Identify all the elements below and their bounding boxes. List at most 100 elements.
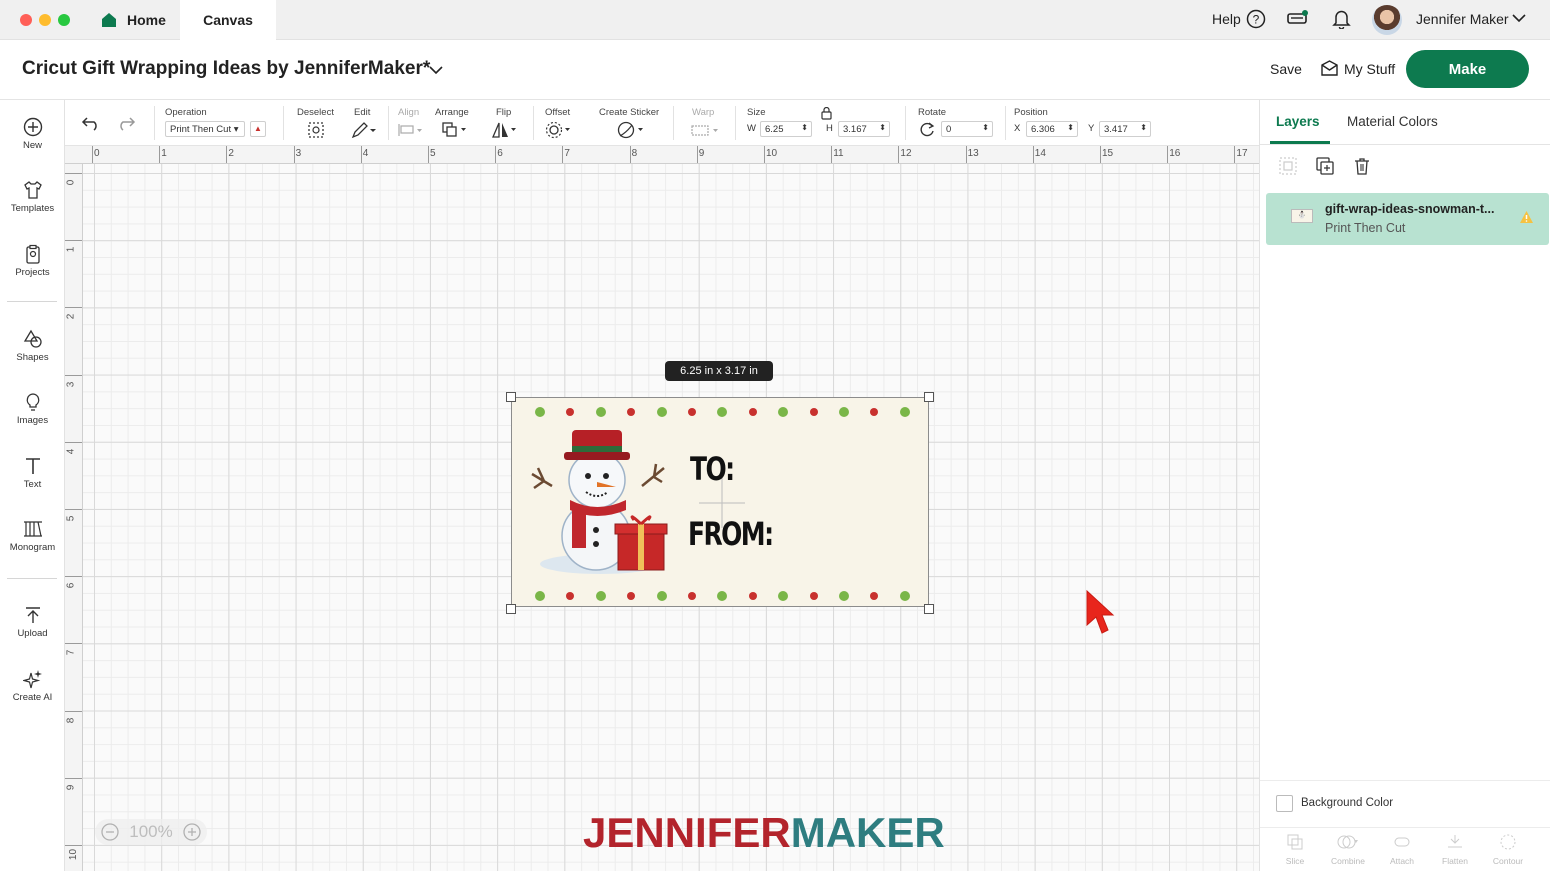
redo-icon[interactable] [116, 115, 136, 131]
create-sticker-label: Create Sticker [599, 107, 660, 118]
tag-from-text: FROM: [688, 515, 774, 553]
sticker-icon[interactable] [616, 121, 648, 139]
tab-canvas[interactable]: Canvas [180, 0, 276, 40]
bottom-action-combine[interactable]: Combine [1326, 833, 1370, 866]
resize-handle-top-right[interactable] [924, 392, 934, 402]
background-color-checkbox[interactable] [1276, 795, 1293, 812]
ruler-label: 0 [65, 179, 77, 186]
sidebar-item-projects[interactable]: Projects [0, 244, 65, 278]
rotate-stepper-icon[interactable]: ⬍ [982, 123, 989, 132]
shirt-icon [23, 181, 42, 199]
red-dot [870, 592, 879, 600]
x-stepper-icon[interactable]: ⬍ [1067, 123, 1074, 132]
ruler-label: 6 [497, 148, 503, 159]
height-stepper-icon[interactable]: ⬍ [879, 123, 886, 132]
plus-circle-icon [23, 117, 42, 137]
undo-icon[interactable] [81, 115, 101, 131]
red-dot [688, 408, 696, 416]
zoom-out-icon[interactable] [101, 823, 119, 841]
ruler-tick [65, 441, 82, 443]
ruler-tick [65, 173, 82, 174]
y-stepper-icon[interactable]: ⬍ [1140, 123, 1147, 132]
ruler-label: 16 [1169, 148, 1181, 159]
sidebar-item-new[interactable]: New [0, 117, 65, 151]
print-preview-icon[interactable]: ▲ [250, 121, 266, 137]
duplicate-icon[interactable] [1315, 156, 1335, 176]
mystuff-button[interactable]: My Stuff [1344, 61, 1395, 77]
sidebar-item-shapes[interactable]: Shapes [0, 329, 65, 363]
sidebar-item-templates[interactable]: Templates [0, 180, 65, 214]
green-dot [717, 407, 728, 417]
machine-icon[interactable] [1287, 9, 1309, 27]
width-input[interactable]: 6.25 ⬍ [760, 121, 812, 137]
width-label: W [747, 123, 756, 134]
zoom-in-icon[interactable] [183, 823, 201, 841]
gift-tag[interactable]: TO: FROM: [511, 397, 929, 607]
sidebar-item-monogram[interactable]: Monogram [0, 519, 65, 553]
ruler-tick [1167, 146, 1169, 163]
project-menu-chevron-icon[interactable] [429, 65, 443, 75]
close-window-button[interactable] [20, 14, 32, 26]
edit-pencil-icon[interactable] [351, 121, 377, 139]
ruler-tick [65, 845, 82, 846]
group-icon[interactable] [1278, 156, 1298, 176]
sidebar-item-images[interactable]: Images [0, 392, 65, 426]
horizontal-ruler: 0 1 2 3 4 5 6 7 8 9 10 11 12 13 14 15 16 17 [65, 146, 1259, 164]
delete-trash-icon[interactable] [1352, 156, 1372, 176]
red-dot [566, 408, 575, 416]
design-canvas[interactable]: TO: FROM: 100% JENNIFERMAKER [83, 164, 1259, 871]
warp-icon[interactable] [690, 122, 722, 138]
height-input[interactable]: 3.167 ⬍ [838, 121, 890, 137]
rotate-input[interactable]: 0 ⬍ [941, 121, 993, 137]
layer-item[interactable]: ⛄ gift-wrap-ideas-snowman-t... Print The… [1266, 193, 1549, 245]
resize-handle-bottom-left[interactable] [506, 604, 516, 614]
avatar[interactable] [1372, 5, 1402, 35]
notification-bell-icon[interactable] [1332, 9, 1351, 29]
toolbar-divider [154, 106, 155, 140]
minimize-window-button[interactable] [39, 14, 51, 26]
rotate-icon [920, 122, 935, 137]
green-dot [839, 591, 849, 601]
watermark-jennifer: JENNIFER [583, 809, 791, 856]
lock-icon[interactable] [821, 107, 832, 120]
make-button[interactable]: Make [1406, 50, 1529, 88]
x-position-input[interactable]: 6.306 ⬍ [1026, 121, 1078, 137]
resize-handle-bottom-right[interactable] [924, 604, 934, 614]
warning-icon[interactable] [1519, 210, 1534, 224]
help-icon[interactable]: ? [1246, 9, 1266, 29]
align-icon[interactable] [398, 122, 424, 138]
ruler-label: 13 [967, 148, 979, 159]
resize-handle-top-left[interactable] [506, 392, 516, 402]
help-label[interactable]: Help [1212, 11, 1241, 27]
save-button[interactable]: Save [1270, 61, 1302, 77]
bottom-action-flatten[interactable]: Flatten [1436, 833, 1474, 866]
arrange-icon[interactable] [441, 121, 469, 139]
bottom-action-slice[interactable]: Slice [1280, 833, 1310, 866]
ruler-label: 7 [564, 148, 570, 159]
sidebar-item-text[interactable]: Text [0, 456, 65, 490]
bottom-action-contour[interactable]: Contour [1488, 833, 1528, 866]
deselect-icon[interactable] [307, 121, 325, 139]
ruler-label: 17 [1236, 148, 1248, 159]
tab-material-colors[interactable]: Material Colors [1347, 114, 1438, 129]
tab-home[interactable]: Home [100, 0, 166, 40]
red-dot [688, 592, 696, 600]
sidebar-item-create-ai[interactable]: Create AI [0, 669, 65, 703]
tab-layers[interactable]: Layers [1276, 114, 1320, 129]
ruler-label: 15 [1102, 148, 1114, 159]
zoom-window-button[interactable] [58, 14, 70, 26]
operation-select[interactable]: Print Then Cut ▾ [165, 121, 245, 137]
offset-icon[interactable] [545, 121, 573, 139]
sidebar-item-upload[interactable]: Upload [0, 605, 65, 639]
project-title[interactable]: Cricut Gift Wrapping Ideas by JenniferMa… [22, 58, 430, 80]
mouse-cursor-icon [1086, 589, 1115, 634]
user-name[interactable]: Jennifer Maker [1416, 11, 1509, 27]
bottom-action-attach[interactable]: Attach [1384, 833, 1420, 866]
y-position-input[interactable]: 3.417 ⬍ [1099, 121, 1151, 137]
chevron-down-icon[interactable] [1512, 13, 1526, 23]
zoom-level: 100% [129, 822, 173, 841]
ruler-label: 12 [900, 148, 912, 159]
flip-icon[interactable] [491, 121, 519, 139]
sidebar-item-label: Upload [17, 628, 48, 639]
width-stepper-icon[interactable]: ⬍ [801, 123, 808, 132]
